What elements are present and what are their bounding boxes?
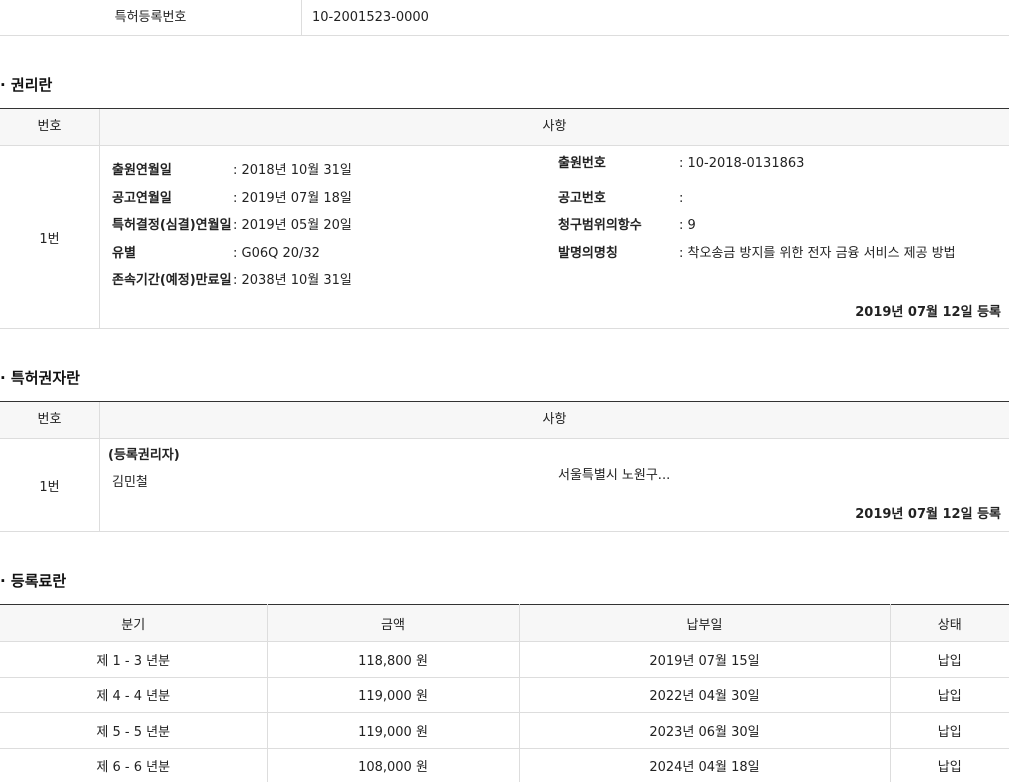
fees-section-title: · 등록료란 [0,572,67,590]
fee-status: 납입 [890,712,1009,749]
table-row: 제 6 - 6 년분 108,000 원 2024년 04월 18일 납입 [0,748,1009,782]
claims-count-value: : 9 [679,218,696,233]
decision-date-key: 특허결정(심결)연월일 [112,216,232,236]
fee-amount: 118,800 원 [267,641,520,678]
fee-status: 납입 [890,677,1009,713]
holder-section-title: · 특허권자란 [0,369,80,387]
fees-header-payment-date: 납부일 [519,604,891,642]
holder-registration-date: 2019년 07월 12일 등록 [855,507,1001,522]
classification-key-text: 유별 [112,246,136,261]
patent-registration-number-value: 10-2001523-0000 [312,10,429,25]
expiration-date-key-text: 존속기간(예정)만료일 [112,273,232,288]
rights-table-body: 1번 출원연월일 : 2018년 10월 31일 공고연월일 : 2019년 0… [0,146,1009,329]
fee-period: 제 1 - 3 년분 [0,641,268,678]
invention-title-key-text: 발명의명칭 [558,246,618,261]
publication-number-key: 공고번호 [558,189,606,209]
table-row: 제 1 - 3 년분 118,800 원 2019년 07월 15일 납입 [0,641,1009,678]
classification-key: 유별 [112,244,136,264]
holder-header-number: 번호 [0,402,100,438]
decision-date-key-text: 특허결정(심결)연월일 [112,218,232,233]
fee-payment-date: 2024년 04월 18일 [519,748,891,782]
rights-table: 번호 사항 1번 출원연월일 : 2018년 10월 31일 공고연월일 : 2… [0,108,1009,329]
patent-registration-number-row: 특허등록번호 10-2001523-0000 [0,0,1009,36]
fee-amount: 108,000 원 [267,748,520,782]
rights-header-item: 사항 [542,119,567,134]
rights-row-number: 1번 [0,146,100,329]
application-date-row: 출원연월일 [112,161,172,181]
claims-count-key: 청구범위의항수 [558,216,642,236]
fee-period: 제 4 - 4 년분 [0,677,268,713]
fee-amount: 119,000 원 [267,712,520,749]
holder-table-header: 번호 사항 [0,402,1009,439]
fee-status: 납입 [890,748,1009,782]
application-date-value: : 2018년 10월 31일 [233,163,352,178]
holder-table-body: 1번 (등록권리자) 김민철 서울특별시 노원구... 2019년 07월 12… [0,439,1009,532]
invention-title-key: 발명의명칭 [558,244,618,264]
decision-date-value: : 2019년 05월 20일 [233,218,352,233]
holder-name: 김민철 [112,475,148,490]
holder-header-item: 사항 [542,412,567,427]
publication-number-key-text: 공고번호 [558,191,606,206]
table-row: 제 5 - 5 년분 119,000 원 2023년 06월 30일 납입 [0,712,1009,749]
publication-date-value: : 2019년 07월 18일 [233,191,352,206]
expiration-date-key: 존속기간(예정)만료일 [112,271,232,291]
publication-date-key: 공고연월일 [112,189,172,209]
table-row: 제 4 - 4 년분 119,000 원 2022년 04월 30일 납입 [0,677,1009,713]
fee-amount: 119,000 원 [267,677,520,713]
rights-registration-date: 2019년 07월 12일 등록 [855,305,1001,320]
expiration-date-value: : 2038년 10월 31일 [233,273,352,288]
fee-status: 납입 [890,641,1009,678]
application-number-key-text: 출원번호 [558,156,606,171]
publication-number-value: : [679,191,684,206]
holder-address: 서울특별시 노원구... [558,468,671,483]
rights-table-header: 번호 사항 [0,109,1009,146]
holder-role: (등록권리자) [108,448,180,463]
fee-payment-date: 2019년 07월 15일 [519,641,891,678]
fees-table: 분기 금액 납부일 상태 제 1 - 3 년분 118,800 원 2019년 … [0,604,1009,782]
application-number-value: : 10-2018-0131863 [679,156,805,171]
rights-header-number: 번호 [0,109,100,145]
fees-header-period: 분기 [0,604,268,642]
fee-payment-date: 2022년 04월 30일 [519,677,891,713]
holder-table: 번호 사항 1번 (등록권리자) 김민철 서울특별시 노원구... 2019년 … [0,401,1009,532]
claims-count-key-text: 청구범위의항수 [558,218,642,233]
fees-header-amount: 금액 [267,604,520,642]
patent-registration-number-label: 특허등록번호 [0,0,302,35]
publication-date-key-text: 공고연월일 [112,191,172,206]
fee-period: 제 5 - 5 년분 [0,712,268,749]
application-number-key: 출원번호 [558,154,606,174]
fees-header-status: 상태 [890,604,1009,642]
fee-period: 제 6 - 6 년분 [0,748,268,782]
invention-title-value: : 착오송금 방지를 위한 전자 금융 서비스 제공 방법 [679,246,956,261]
fee-payment-date: 2023년 06월 30일 [519,712,891,749]
application-date-key: 출원연월일 [112,163,172,178]
rights-section-title: · 권리란 [0,76,53,94]
classification-value: : G06Q 20/32 [233,246,320,261]
holder-row-number: 1번 [0,439,100,532]
fees-table-header-row: 분기 금액 납부일 상태 [0,604,1009,642]
